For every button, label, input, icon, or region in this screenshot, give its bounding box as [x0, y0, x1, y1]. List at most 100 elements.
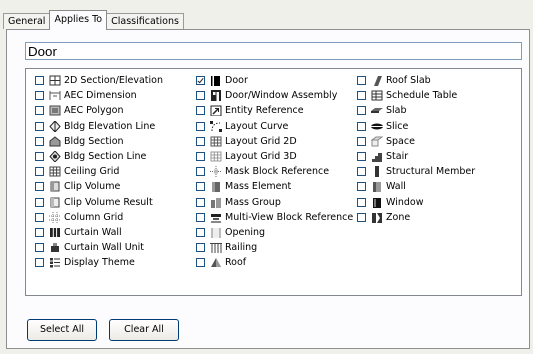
- checkbox[interactable]: [196, 76, 205, 86]
- checkbox[interactable]: [196, 258, 205, 268]
- list-item-schedule-table[interactable]: Schedule Table: [357, 88, 475, 103]
- checkbox[interactable]: [196, 121, 205, 131]
- list-item-door[interactable]: Door: [196, 73, 353, 88]
- list-item-entity-reference[interactable]: Entity Reference: [196, 103, 353, 118]
- list-item-label: Mask Block Reference: [225, 166, 330, 178]
- checkbox[interactable]: [196, 152, 205, 162]
- checkbox[interactable]: [196, 91, 205, 101]
- checkbox[interactable]: [35, 243, 44, 253]
- entity-reference-icon: [210, 105, 222, 117]
- checkbox[interactable]: [35, 121, 44, 131]
- object-type-list[interactable]: 2D Section/Elevation AEC Dimension AEC Pol…: [25, 68, 522, 296]
- checkbox[interactable]: [357, 167, 366, 177]
- list-item-curtain-wall[interactable]: Curtain Wall: [35, 225, 163, 240]
- checkbox[interactable]: [35, 227, 44, 237]
- list-item-label: Slab: [386, 105, 407, 117]
- list-item-mass-element[interactable]: Mass Element: [196, 179, 353, 194]
- list-item-slab[interactable]: Slab: [357, 103, 475, 118]
- mask-block-reference-icon: [210, 166, 222, 178]
- list-item-mass-group[interactable]: Mass Group: [196, 195, 353, 210]
- checkbox[interactable]: [357, 212, 366, 222]
- tab-applies-to[interactable]: Applies To: [49, 10, 108, 30]
- list-item-stair[interactable]: Stair: [357, 149, 475, 164]
- checkbox[interactable]: [35, 76, 44, 86]
- list-item-aec-polygon[interactable]: AEC Polygon: [35, 103, 163, 118]
- list-item-roof-slab[interactable]: Roof Slab: [357, 73, 475, 88]
- list-item-label: Entity Reference: [225, 105, 304, 117]
- ceiling-grid-icon: [49, 166, 61, 177]
- checkbox[interactable]: [35, 91, 44, 101]
- checkbox[interactable]: [35, 258, 44, 268]
- checkbox[interactable]: [196, 136, 205, 146]
- list-item-label: Clip Volume: [64, 181, 121, 193]
- list-item-bldg-section[interactable]: Bldg Section: [35, 134, 163, 149]
- checkbox[interactable]: [196, 227, 205, 237]
- checkbox[interactable]: [35, 106, 44, 116]
- list-item-label: Display Theme: [64, 257, 135, 269]
- list-item-2d-section[interactable]: 2D Section/Elevation: [35, 73, 163, 88]
- checkbox[interactable]: [196, 212, 205, 222]
- list-item-mask-block-reference[interactable]: Mask Block Reference: [196, 164, 353, 179]
- checkbox[interactable]: [357, 136, 366, 146]
- list-item-label: Space: [386, 135, 415, 147]
- checkbox[interactable]: [357, 76, 366, 86]
- list-item-wall[interactable]: Wall: [357, 179, 475, 194]
- checkbox[interactable]: [357, 121, 366, 131]
- checkbox[interactable]: [35, 212, 44, 222]
- checkbox[interactable]: [357, 91, 366, 101]
- list-item-slice[interactable]: Slice: [357, 119, 475, 134]
- checkbox[interactable]: [196, 167, 205, 177]
- checkbox[interactable]: [357, 152, 366, 162]
- column-2: Door Door/Window Assembly Entity Reference…: [196, 73, 353, 270]
- slab-icon: [371, 105, 383, 116]
- list-item-display-theme[interactable]: Display Theme: [35, 255, 163, 270]
- list-item-railing[interactable]: Railing: [196, 240, 353, 255]
- list-item-door-window-assembly[interactable]: Door/Window Assembly: [196, 88, 353, 103]
- list-item-clip-volume[interactable]: Clip Volume: [35, 179, 163, 194]
- tab-general[interactable]: General: [3, 13, 51, 29]
- schedule-table-icon: [371, 90, 383, 101]
- select-all-button[interactable]: Select All: [27, 319, 97, 341]
- checkbox[interactable]: [357, 106, 366, 116]
- list-item-window[interactable]: Window: [357, 195, 475, 210]
- list-item-label: Curtain Wall: [64, 226, 122, 238]
- list-item-layout-grid-3d[interactable]: Layout Grid 3D: [196, 149, 353, 164]
- list-item-label: Layout Curve: [225, 120, 289, 132]
- tab-classifications[interactable]: Classifications: [106, 13, 184, 29]
- list-item-label: Opening: [225, 226, 266, 238]
- layout-grid-3d-icon: [210, 151, 222, 162]
- filter-input[interactable]: [25, 42, 522, 60]
- list-item-bldg-section-line[interactable]: Bldg Section Line: [35, 149, 163, 164]
- layout-grid-2d-icon: [210, 136, 222, 147]
- checkbox[interactable]: [35, 136, 44, 146]
- list-item-curtain-wall-unit[interactable]: Curtain Wall Unit: [35, 240, 163, 255]
- slice-icon: [371, 121, 383, 132]
- list-item-structural-member[interactable]: Structural Member: [357, 164, 475, 179]
- list-item-clip-volume-result[interactable]: Clip Volume Result: [35, 195, 163, 210]
- checkbox[interactable]: [357, 182, 366, 192]
- checkbox[interactable]: [196, 197, 205, 207]
- checkbox[interactable]: [196, 106, 205, 116]
- list-item-zone[interactable]: Zone: [357, 210, 475, 225]
- list-item-column-grid[interactable]: Column Grid: [35, 210, 163, 225]
- list-item-label: 2D Section/Elevation: [64, 75, 164, 87]
- list-item-opening[interactable]: Opening: [196, 225, 353, 240]
- list-item-layout-grid-2d[interactable]: Layout Grid 2D: [196, 134, 353, 149]
- list-item-roof[interactable]: Roof: [196, 255, 353, 270]
- checkbox[interactable]: [196, 243, 205, 253]
- checkbox[interactable]: [35, 152, 44, 162]
- checkbox[interactable]: [357, 197, 366, 207]
- checkbox[interactable]: [196, 182, 205, 192]
- list-item-multi-view-block-reference[interactable]: Multi-View Block Reference: [196, 210, 353, 225]
- checkbox[interactable]: [35, 182, 44, 192]
- list-item-layout-curve[interactable]: Layout Curve: [196, 119, 353, 134]
- list-item-aec-dimension[interactable]: AEC Dimension: [35, 88, 163, 103]
- roof-icon: [210, 257, 222, 268]
- structural-member-icon: [371, 166, 383, 178]
- list-item-ceiling-grid[interactable]: Ceiling Grid: [35, 164, 163, 179]
- clear-all-button[interactable]: Clear All: [109, 319, 179, 341]
- list-item-bldg-elevation-line[interactable]: Bldg Elevation Line: [35, 119, 163, 134]
- checkbox[interactable]: [35, 197, 44, 207]
- list-item-space[interactable]: Space: [357, 134, 475, 149]
- checkbox[interactable]: [35, 167, 44, 177]
